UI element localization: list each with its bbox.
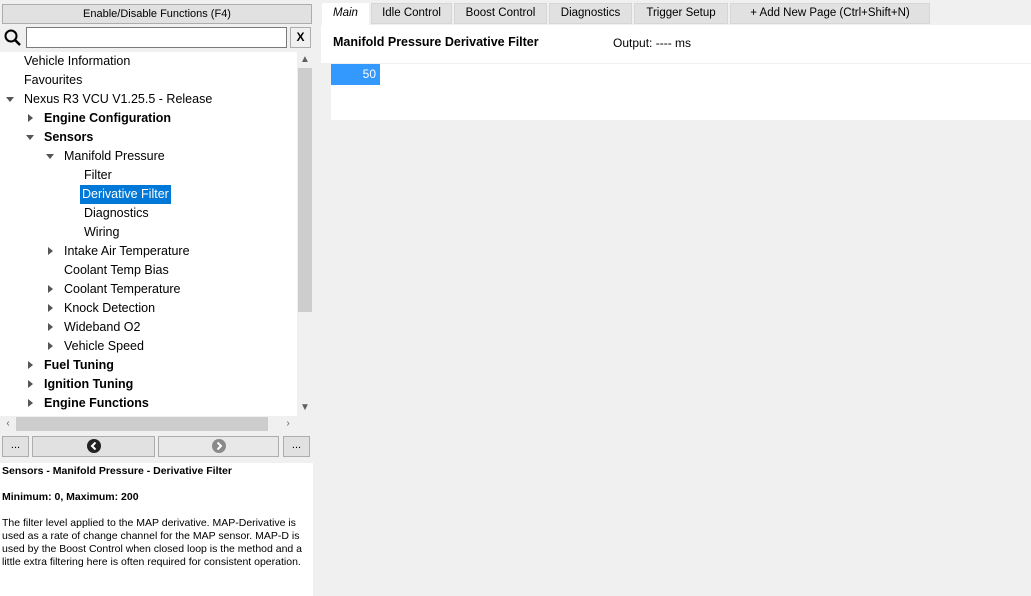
back-arrow-icon — [86, 439, 101, 453]
tab-trigger-setup[interactable]: Trigger Setup — [634, 3, 728, 24]
tree-item-vehicle-information[interactable]: Vehicle Information — [22, 52, 132, 71]
collapse-arrow-icon[interactable] — [26, 375, 36, 394]
expand-arrow-icon[interactable] — [6, 90, 16, 109]
tree-item-intake-air-temperature[interactable]: Intake Air Temperature — [48, 242, 192, 261]
help-body: The filter level applied to the MAP deri… — [2, 517, 303, 568]
tab-diagnostics[interactable]: Diagnostics — [549, 3, 632, 24]
tree-vertical-scrollbar[interactable]: ▲ ▼ — [297, 52, 313, 416]
collapse-arrow-icon[interactable] — [46, 242, 56, 261]
page-title: Manifold Pressure Derivative Filter — [333, 35, 539, 49]
expand-arrow-icon[interactable] — [26, 128, 36, 147]
back-button[interactable] — [32, 436, 155, 457]
output-unit: ms — [675, 36, 692, 50]
function-tree: Vehicle Information Favourites Nexus R3 … — [0, 52, 297, 416]
more-right-button[interactable]: ... — [283, 436, 310, 457]
tree-item-vehicle-speed[interactable]: Vehicle Speed — [48, 337, 146, 356]
tree-item-sensors[interactable]: Sensors — [26, 128, 95, 147]
collapse-arrow-icon[interactable] — [26, 109, 36, 128]
tab-idle-control[interactable]: Idle Control — [371, 3, 452, 24]
add-new-page-button[interactable]: + Add New Page (Ctrl+Shift+N) — [730, 3, 930, 24]
clear-search-button[interactable]: X — [290, 27, 311, 48]
expand-arrow-icon[interactable] — [46, 147, 56, 166]
search-icon — [3, 27, 23, 49]
function-tree-panel: Enable/Disable Functions (F4) X Vehicle … — [0, 0, 313, 596]
help-description-panel: Sensors - Manifold Pressure - Derivative… — [0, 463, 313, 596]
collapse-arrow-icon[interactable] — [46, 280, 56, 299]
tree-item-diagnostics[interactable]: Diagnostics — [82, 204, 151, 223]
collapse-arrow-icon[interactable] — [46, 299, 56, 318]
value-cell[interactable]: 50 — [331, 64, 380, 85]
main-content: Manifold Pressure Derivative Filter Outp… — [321, 25, 1031, 596]
page-header: Manifold Pressure Derivative Filter Outp… — [321, 25, 1031, 63]
collapse-arrow-icon[interactable] — [26, 394, 36, 413]
scrollbar-thumb[interactable] — [298, 68, 312, 312]
tree-item-engine-functions[interactable]: Engine Functions — [28, 394, 151, 413]
scroll-right-icon[interactable]: › — [280, 416, 296, 432]
forward-arrow-icon — [211, 439, 226, 453]
scroll-down-icon[interactable]: ▼ — [297, 400, 313, 416]
output-readout: Output: ---- ms — [613, 36, 691, 50]
scroll-up-icon[interactable]: ▲ — [297, 52, 313, 68]
tab-boost-control[interactable]: Boost Control — [454, 3, 547, 24]
search-input[interactable] — [26, 27, 287, 48]
tree-item-filter[interactable]: Filter — [82, 166, 114, 185]
scrollbar-thumb[interactable] — [16, 417, 268, 431]
collapse-arrow-icon[interactable] — [46, 318, 56, 337]
scroll-left-icon[interactable]: ‹ — [0, 416, 16, 432]
tree-item-derivative-filter[interactable]: Derivative Filter — [80, 185, 171, 204]
tab-main[interactable]: Main — [322, 3, 369, 25]
tree-item-wideband-o2[interactable]: Wideband O2 — [48, 318, 142, 337]
collapse-arrow-icon[interactable] — [46, 337, 56, 356]
tree-item-nexus-r3-vcu[interactable]: Nexus R3 VCU V1.25.5 - Release — [6, 90, 214, 109]
navigation-row: ... ... — [0, 436, 313, 458]
collapse-arrow-icon[interactable] — [26, 356, 36, 375]
output-label: Output: — [613, 36, 653, 50]
tree-item-favourites[interactable]: Favourites — [22, 71, 84, 90]
output-value: ---- — [655, 36, 672, 50]
tree-item-knock-detection[interactable]: Knock Detection — [48, 299, 157, 318]
help-path: Sensors - Manifold Pressure - Derivative… — [2, 465, 232, 477]
more-left-button[interactable]: ... — [2, 436, 29, 457]
tree-item-ignition-tuning[interactable]: Ignition Tuning — [28, 375, 135, 394]
tree-horizontal-scrollbar[interactable]: ‹ › — [0, 416, 313, 432]
tree-item-engine-configuration[interactable]: Engine Configuration — [28, 109, 173, 128]
tree-item-coolant-temp-bias[interactable]: Coolant Temp Bias — [62, 261, 171, 280]
help-range: Minimum: 0, Maximum: 200 — [2, 491, 139, 503]
enable-disable-functions-button[interactable]: Enable/Disable Functions (F4) — [2, 4, 312, 24]
tree-item-fuel-tuning[interactable]: Fuel Tuning — [28, 356, 116, 375]
tree-item-wiring[interactable]: Wiring — [82, 223, 121, 242]
forward-button[interactable] — [158, 436, 279, 457]
tree-item-coolant-temperature[interactable]: Coolant Temperature — [48, 280, 183, 299]
tree-item-manifold-pressure[interactable]: Manifold Pressure — [46, 147, 167, 166]
value-table: 50 — [331, 64, 1031, 120]
